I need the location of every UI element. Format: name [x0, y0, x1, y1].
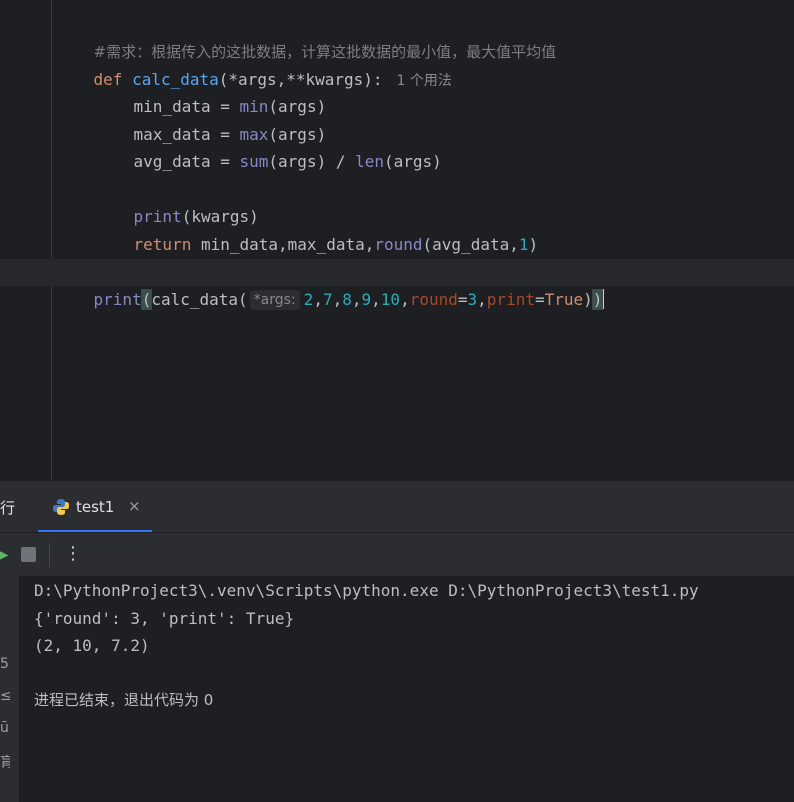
console-output[interactable]: D:\PythonProject3\.venv\Scripts\python.e…	[19, 576, 794, 802]
sum-builtin: sum	[239, 152, 269, 171]
code-line-avg: avg_data = sum(args) / len(args)	[95, 121, 442, 171]
python-icon	[53, 499, 69, 515]
kwarg-print-value: True	[544, 290, 584, 309]
indent-guide	[51, 0, 52, 480]
code-line-print-kwargs: print(kwargs)	[95, 176, 259, 226]
toolbar-divider	[49, 543, 50, 567]
arg-num: 7	[322, 290, 333, 309]
console-line-command: D:\PythonProject3\.venv\Scripts\python.e…	[34, 581, 699, 600]
arg-num: 9	[361, 290, 372, 309]
strip-icon[interactable]: 5	[0, 656, 10, 672]
usage-hint[interactable]: 1 个用法	[397, 73, 452, 89]
more-options-icon[interactable]: ⋮	[64, 541, 82, 567]
code-line-return: return min_data,max_data,round(avg_data,…	[95, 204, 539, 254]
call-print-builtin: print	[93, 290, 142, 309]
code-line-def: def calc_data(*args,**kwargs): 1 个用法	[55, 39, 452, 89]
param-hint-args: *args:	[249, 290, 300, 310]
call-close: )	[583, 290, 593, 309]
len-args: (args)	[384, 152, 442, 171]
arg-num: 2	[303, 290, 314, 309]
call-func: calc_data(	[151, 290, 248, 309]
code-line-max: max_data = max(args)	[95, 94, 327, 144]
arg-num: 10	[380, 290, 401, 309]
code-line-comment: #需求：根据传入的这批数据，计算这批数据的最小值，最大值平均值	[55, 11, 557, 61]
strip-icon[interactable]: ū	[0, 720, 10, 736]
console-line-result: (2, 10, 7.2)	[34, 636, 150, 655]
code-line-call: print(calc_data(*args: 2,7,8,9,10,round=3…	[93, 289, 605, 310]
tab-test1[interactable]: test1 ×	[38, 481, 152, 533]
matched-bracket-open: (	[140, 289, 153, 310]
run-tool-window-header: 行 test1 ×	[0, 480, 794, 533]
close-icon[interactable]: ×	[128, 497, 141, 515]
return-keyword: return	[133, 235, 192, 254]
avg-mid: (args) /	[268, 152, 356, 171]
kwarg-round: round	[409, 290, 458, 309]
matched-bracket-close: )	[591, 289, 604, 310]
kwarg-round-value: 3	[467, 290, 478, 309]
rerun-icon[interactable]: ▶	[0, 545, 8, 565]
console-line-exit: 进程已结束，退出代码为 0	[34, 691, 214, 709]
strip-icon[interactable]: 肓	[0, 752, 10, 772]
round-digits: 1	[518, 235, 529, 254]
len-builtin: len	[355, 152, 385, 171]
round-builtin: round	[374, 235, 423, 254]
run-window-title: 行	[0, 499, 16, 517]
round-close: )	[528, 235, 539, 254]
text-caret	[602, 289, 605, 309]
arg-num: 8	[342, 290, 352, 309]
tab-label: test1	[76, 498, 115, 516]
stop-icon[interactable]	[21, 547, 36, 562]
avg-assign: avg_data =	[133, 152, 240, 171]
strip-icon[interactable]: ≤	[0, 688, 10, 704]
console-side-toolbar: 5 ≤ ū 肓	[0, 576, 19, 802]
code-line-min: min_data = min(args)	[95, 66, 327, 116]
return-values: min_data,max_data,	[191, 235, 375, 254]
round-open: (avg_data,	[422, 235, 519, 254]
run-toolbar: ▶ ⋮	[0, 532, 794, 577]
kwarg-print: print	[486, 290, 535, 309]
code-editor[interactable]: #需求：根据传入的这批数据，计算这批数据的最小值，最大值平均值 def calc…	[0, 0, 794, 480]
console-line-kwargs: {'round': 3, 'print': True}	[34, 609, 295, 628]
